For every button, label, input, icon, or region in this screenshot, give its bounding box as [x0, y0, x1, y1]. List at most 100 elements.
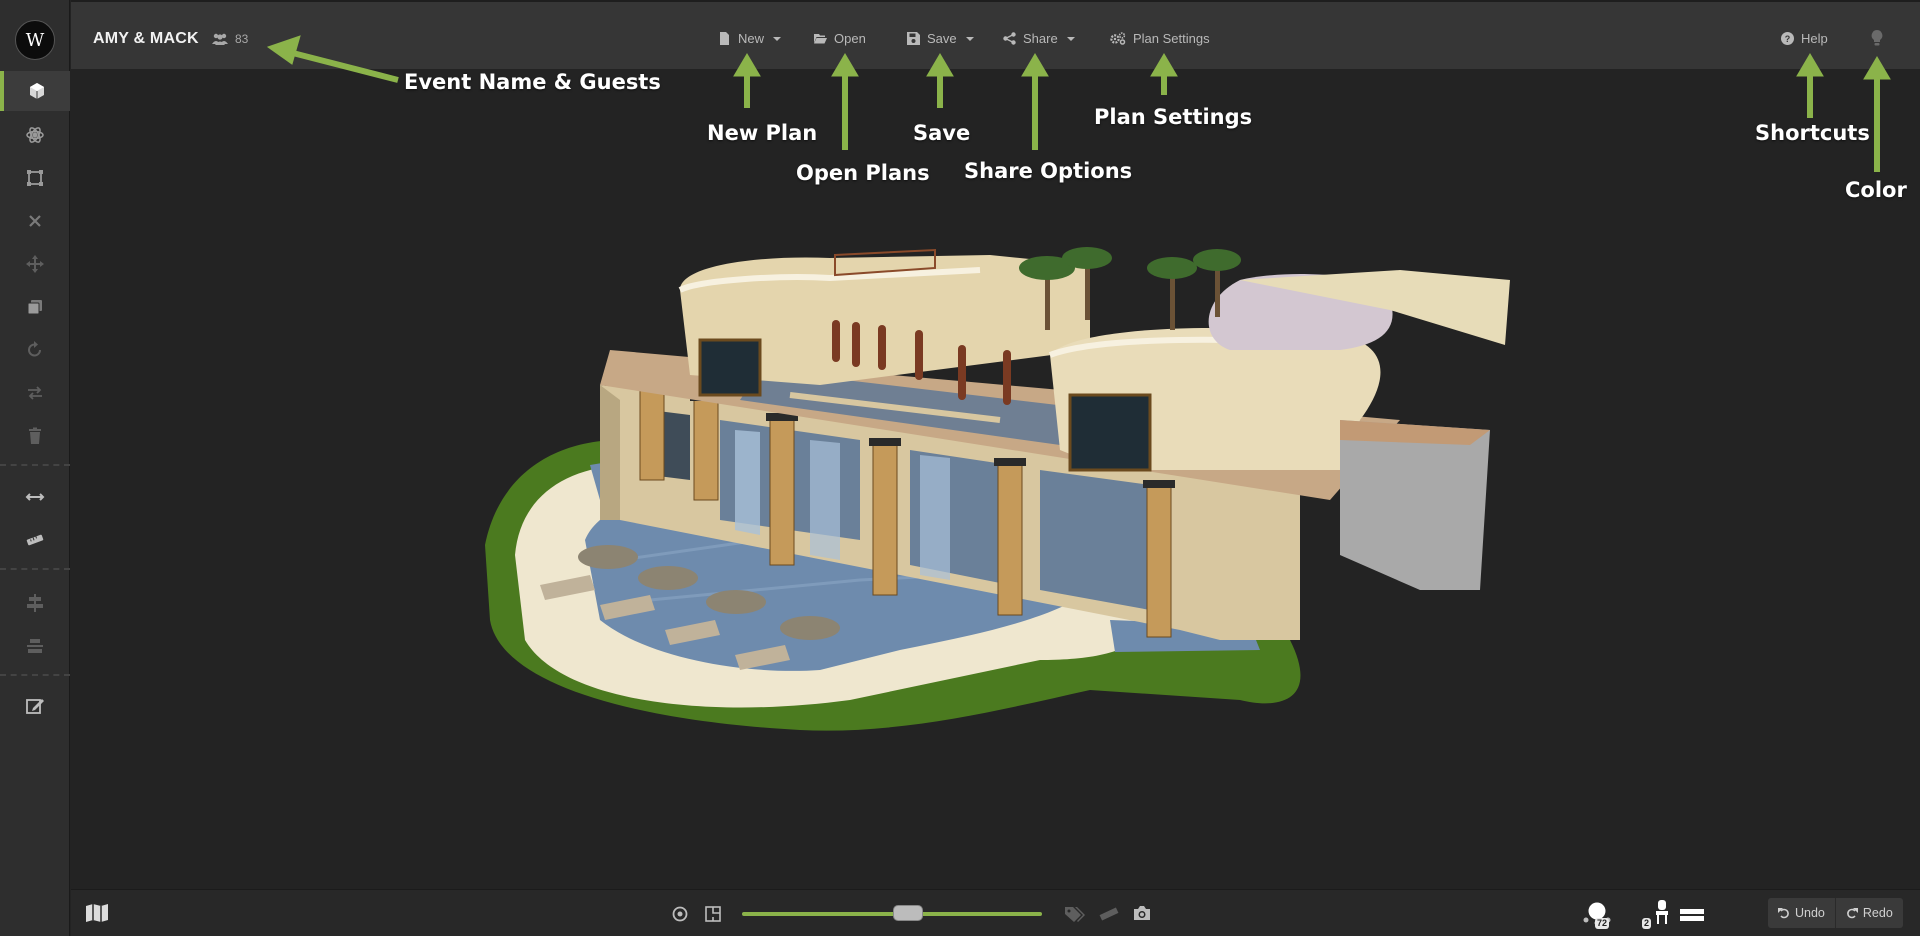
guest-count-value: 83 [235, 32, 249, 46]
measure-arrows-icon [25, 493, 45, 501]
map-button[interactable] [85, 903, 109, 928]
annotation-color: Color [1845, 178, 1907, 202]
chair-icon [1656, 900, 1668, 924]
distribute-button[interactable] [0, 626, 70, 666]
atom-button[interactable] [0, 115, 70, 155]
share-menu[interactable]: Share [1003, 31, 1075, 46]
app-logo[interactable]: W [15, 20, 55, 60]
swap-button[interactable] [0, 373, 70, 413]
rotate-button[interactable] [0, 330, 70, 370]
atom-icon [26, 127, 44, 143]
rotate-icon [28, 341, 41, 357]
rect-table-icon [1680, 909, 1704, 921]
trash-icon [29, 427, 41, 444]
measure-toggle[interactable] [1098, 905, 1120, 928]
floorplan-icon [705, 906, 721, 922]
align-button[interactable] [0, 583, 70, 623]
plan-settings-label: Plan Settings [1133, 31, 1210, 46]
plan-settings-menu[interactable]: Plan Settings [1110, 31, 1210, 46]
camera-icon [1134, 906, 1150, 920]
history-controls: Undo Redo [1768, 898, 1903, 928]
sidebar-divider [0, 464, 70, 466]
edit-button[interactable] [0, 686, 70, 726]
edit-icon [26, 699, 44, 714]
share-menu-label: Share [1023, 31, 1058, 46]
chevron-down-icon [965, 36, 974, 41]
tags-icon [1065, 907, 1085, 922]
new-menu[interactable]: New [718, 31, 782, 46]
file-icon [720, 32, 729, 45]
chair-count-badge: 2 [1642, 918, 1652, 929]
app-root: W AMY & MACK 83 New Open Save Share Plan… [0, 0, 1920, 936]
new-menu-label: New [738, 31, 765, 46]
sidebar-divider [0, 674, 70, 676]
annotation-open-plans: Open Plans [796, 161, 930, 185]
left-toolbar: W [0, 0, 70, 936]
zoom-slider-track[interactable] [742, 912, 1042, 916]
copy-button[interactable] [0, 287, 70, 327]
annotation-shortcuts: Shortcuts [1755, 121, 1870, 145]
table-count-badge: 72 [1595, 918, 1610, 929]
center-view-button[interactable] [672, 906, 688, 927]
chevron-down-icon [773, 36, 782, 41]
labels-toggle[interactable] [1064, 905, 1086, 928]
bottom-toolbar: 72 2 Undo Redo [71, 889, 1920, 936]
logo-letter: W [25, 29, 45, 51]
undo-label: Undo [1795, 906, 1825, 920]
move-button[interactable] [0, 244, 70, 284]
chevron-down-icon [1066, 36, 1075, 41]
ruler-button[interactable] [0, 520, 70, 560]
open-menu[interactable]: Open [814, 31, 866, 46]
redo-icon [1846, 908, 1858, 919]
annotation-save: Save [913, 121, 971, 145]
floppy-disk-icon [907, 32, 920, 45]
event-name[interactable]: AMY & MACK [93, 30, 199, 48]
annotation-new-plan: New Plan [707, 121, 818, 145]
3d-view-icon [30, 83, 44, 99]
gears-icon [1110, 32, 1126, 45]
select-shape-button[interactable] [0, 158, 70, 198]
save-menu-label: Save [927, 31, 957, 46]
help-menu[interactable]: ? Help [1781, 31, 1828, 46]
save-menu[interactable]: Save [907, 31, 974, 46]
lightbulb-icon [1871, 30, 1883, 46]
target-icon [672, 906, 688, 922]
guest-count[interactable]: 83 [211, 32, 248, 46]
folder-open-icon [814, 34, 827, 44]
floorplan-view-button[interactable] [705, 906, 721, 927]
redo-label: Redo [1862, 906, 1893, 920]
annotation-plan-settings: Plan Settings [1094, 105, 1253, 129]
rect-table-count[interactable] [1679, 908, 1705, 927]
select-shape-icon [27, 170, 43, 186]
top-menu-bar: AMY & MACK 83 New Open Save Share Plan S… [71, 0, 1920, 69]
3d-canvas[interactable] [71, 69, 1920, 889]
annotation-share-options: Share Options [964, 159, 1133, 183]
close-icon [29, 215, 41, 227]
ruler-icon [1099, 907, 1119, 921]
ruler-icon [26, 534, 44, 546]
3d-view-button[interactable] [0, 71, 70, 111]
screenshot-button[interactable] [1133, 905, 1151, 926]
share-icon [1003, 32, 1016, 45]
sidebar-divider [0, 568, 70, 570]
venue-3d-model[interactable] [71, 69, 1920, 889]
align-center-icon [27, 594, 43, 612]
question-circle-icon: ? [1781, 32, 1794, 45]
zoom-slider-handle[interactable] [893, 905, 923, 921]
measure-button[interactable] [0, 477, 70, 517]
annotation-event-name-guests: Event Name & Guests [404, 70, 661, 94]
users-icon [212, 33, 228, 45]
delete-button[interactable] [0, 416, 70, 456]
undo-icon [1778, 908, 1789, 919]
swap-icon [28, 386, 42, 400]
distribute-icon [27, 639, 43, 653]
chair-count[interactable] [1655, 900, 1669, 929]
deselect-button[interactable] [0, 201, 70, 241]
map-icon [86, 904, 108, 922]
color-toggle[interactable] [1871, 30, 1883, 46]
undo-button[interactable]: Undo [1768, 898, 1836, 928]
svg-text:?: ? [1785, 34, 1791, 44]
redo-button[interactable]: Redo [1836, 898, 1903, 928]
help-label: Help [1801, 31, 1828, 46]
copy-icon [27, 300, 42, 315]
